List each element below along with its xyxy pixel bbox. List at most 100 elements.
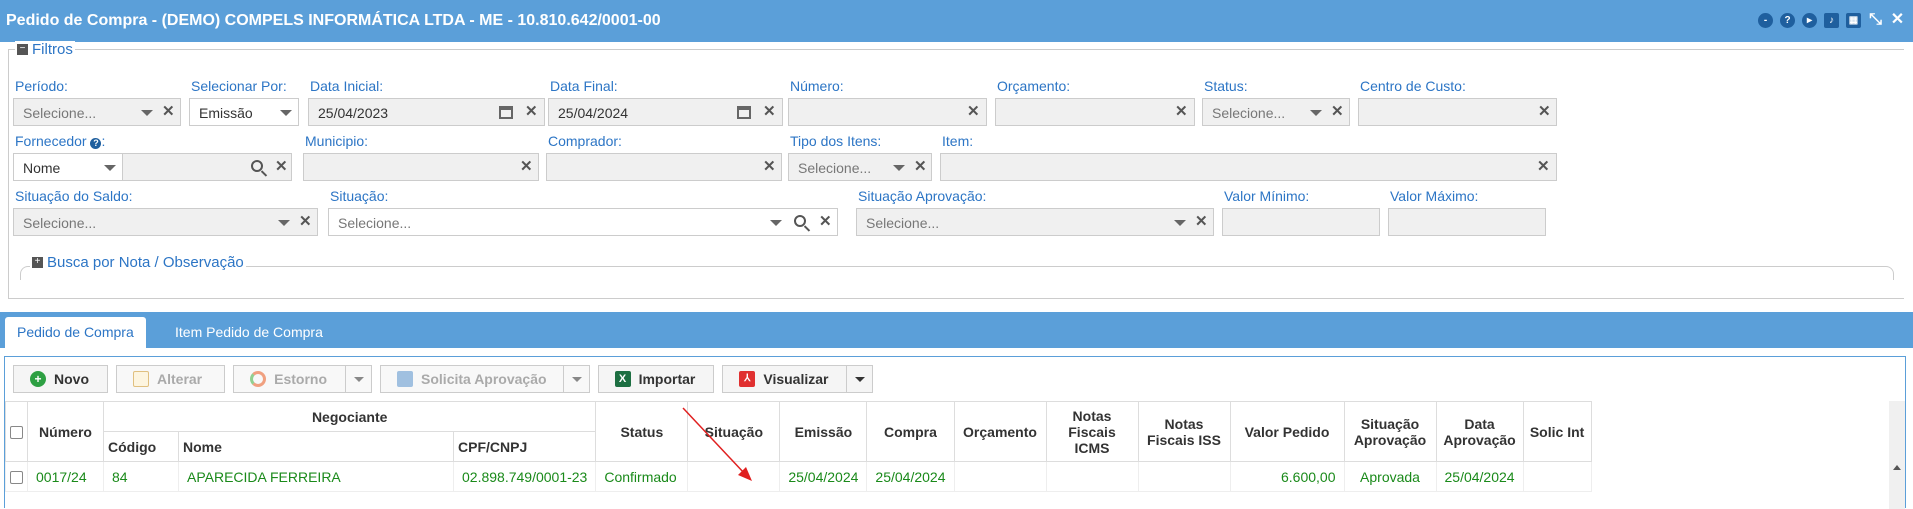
data-inicial-input[interactable]: 25/04/2023 ✕ [308,98,545,126]
add-icon: + [30,371,46,387]
clear-icon[interactable]: ✕ [1195,214,1208,230]
estorno-button[interactable]: Estorno [233,365,373,393]
row-checkbox[interactable] [10,471,23,485]
excel-icon: X [614,371,631,387]
collapse-box-icon[interactable]: − [17,44,28,55]
status-label: Status: [1204,78,1248,94]
col-orcamento[interactable]: Orçamento [953,401,1047,462]
col-status[interactable]: Status [595,401,689,462]
clear-icon[interactable]: ✕ [763,104,776,120]
calendar-icon[interactable] [499,106,513,119]
orcamento-input[interactable]: ✕ [995,98,1195,126]
solicita-dropdown-icon[interactable] [562,366,589,392]
fornecedor-input[interactable]: ✕ [122,153,292,181]
data-inicial-label: Data Inicial: [310,78,384,94]
col-cpf-cnpj[interactable]: CPF/CNPJ [452,431,597,462]
clear-icon[interactable]: ✕ [520,159,533,175]
cell-situacao-aprovacao: Aprovada [1343,461,1437,492]
close-icon[interactable]: ✕ [1890,12,1905,28]
clear-icon[interactable]: ✕ [763,159,776,175]
status-select[interactable]: Selecione... ✕ [1202,98,1350,126]
novo-button[interactable]: + Novo [13,365,108,393]
col-emissao[interactable]: Emissão [779,401,868,462]
clear-icon[interactable]: ✕ [162,104,175,120]
clear-icon[interactable]: ✕ [819,214,832,230]
expand-box-icon[interactable]: + [32,257,43,268]
select-all-checkbox[interactable] [10,426,23,440]
collapse-icon[interactable]: ⤡ [1868,12,1883,28]
item-input[interactable]: ✕ [940,153,1557,181]
window-controls: - ? ▸ ♪ ▦ ⤡ ✕ [1758,12,1905,28]
col-situacao-aprovacao[interactable]: Situação Aprovação [1343,401,1437,462]
busca-toggle[interactable]: + Busca por Nota / Observação [30,254,246,271]
fornecedor-type-select[interactable]: Nome [13,153,123,181]
col-data-aprovacao[interactable]: Data Aprovação [1435,401,1524,462]
play-icon[interactable]: ▸ [1802,13,1817,28]
municipio-input[interactable]: ✕ [303,153,539,181]
orcamento-label: Orçamento: [997,78,1071,94]
clear-icon[interactable]: ✕ [525,104,538,120]
visualizar-dropdown-icon[interactable] [846,366,872,392]
valor-minimo-label: Valor Mínimo: [1224,188,1310,204]
filters-legend[interactable]: − Filtros [15,41,75,58]
periodo-select[interactable]: Selecione... ✕ [13,98,181,126]
clear-icon[interactable]: ✕ [967,104,980,120]
numero-input[interactable]: ✕ [788,98,987,126]
data-final-input[interactable]: 25/04/2024 ✕ [548,98,783,126]
clear-icon[interactable]: ✕ [1175,104,1188,120]
col-compra[interactable]: Compra [866,401,955,462]
calendar-icon[interactable]: ▦ [1846,13,1861,28]
alterar-button[interactable]: Alterar [116,365,226,393]
selecionar-por-select[interactable]: Emissão [189,98,299,126]
col-codigo[interactable]: Código [103,431,179,462]
pedidos-table: Número Negociante Status Situação Emissã… [5,401,1592,492]
col-valor-pedido[interactable]: Valor Pedido [1229,401,1345,462]
clear-icon[interactable]: ✕ [914,159,927,175]
tab-pedido-compra[interactable]: Pedido de Compra [5,317,146,348]
comprador-input[interactable]: ✕ [546,153,782,181]
visualizar-button[interactable]: ⅄ Visualizar [722,365,874,393]
col-nf-icms[interactable]: Notas Fiscais ICMS [1045,401,1139,462]
situacao-saldo-select[interactable]: Selecione... ✕ [13,208,318,236]
clear-icon[interactable]: ✕ [299,214,312,230]
window-title: Pedido de Compra - (DEMO) COMPELS INFORM… [6,12,661,29]
valor-maximo-input[interactable] [1388,208,1546,236]
toolbar: + Novo Alterar Estorno Solicita Aprovação… [13,365,874,395]
situacao-aprovacao-label: Situação Aprovação: [858,188,987,204]
bell-icon[interactable]: ♪ [1824,13,1839,28]
clear-icon[interactable]: ✕ [1538,104,1551,120]
col-negociante: Negociante [102,401,597,432]
tipo-itens-select[interactable]: Selecione... ✕ [788,153,932,181]
edit-icon [133,371,149,387]
minimize-icon[interactable]: - [1758,13,1773,28]
situacao-select[interactable]: Selecione... ✕ [328,208,838,236]
col-nome[interactable]: Nome [178,431,454,462]
col-numero[interactable]: Número [27,401,104,462]
col-situacao[interactable]: Situação [687,401,781,462]
search-icon[interactable] [794,215,806,227]
situacao-saldo-label: Situação do Saldo: [15,188,133,204]
clear-icon[interactable]: ✕ [275,159,288,175]
calendar-icon[interactable] [737,106,751,119]
situacao-aprovacao-select[interactable]: Selecione... ✕ [856,208,1214,236]
cell-solicitacao [1522,461,1592,492]
cell-situacao [687,461,781,492]
cell-orcamento [953,461,1047,492]
search-icon[interactable] [251,160,263,172]
help-icon[interactable]: ? [90,138,102,149]
col-solicitacao[interactable]: Solic Int [1522,401,1592,462]
tab-item-pedido-compra[interactable]: Item Pedido de Compra [163,317,335,348]
centro-custo-input[interactable]: ✕ [1358,98,1557,126]
cell-nome: APARECIDA FERREIRA [178,461,454,492]
clear-icon[interactable]: ✕ [1537,159,1550,175]
clear-icon[interactable]: ✕ [1331,104,1344,120]
estorno-dropdown-icon[interactable] [345,366,371,392]
importar-button[interactable]: X Importar [597,365,715,393]
vertical-scrollbar[interactable] [1889,401,1905,509]
col-nf-iss[interactable]: Notas Fiscais ISS [1137,401,1231,462]
solicita-aprovacao-button[interactable]: Solicita Aprovação [380,365,590,393]
cell-data-aprovacao: 25/04/2024 [1435,461,1524,492]
table-row[interactable]: 0017/24 84 APARECIDA FERREIRA 02.898.749… [5,461,1592,492]
help-icon[interactable]: ? [1780,13,1795,28]
valor-minimo-input[interactable] [1222,208,1380,236]
